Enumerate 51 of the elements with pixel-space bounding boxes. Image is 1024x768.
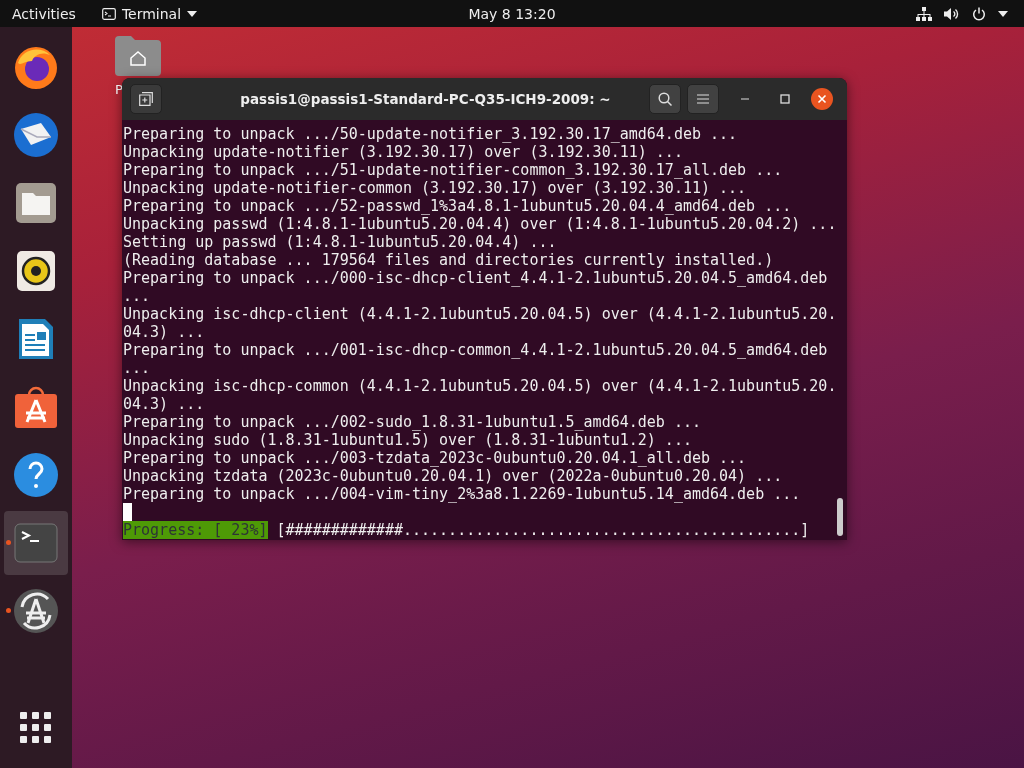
search-button[interactable] bbox=[649, 84, 681, 114]
terminal-icon bbox=[101, 7, 116, 20]
new-tab-icon bbox=[139, 92, 153, 106]
scrollbar[interactable] bbox=[837, 498, 843, 536]
home-folder-icon[interactable] bbox=[115, 36, 161, 76]
terminal-line: Unpacking isc-dhcp-common (4.4.1-2.1ubuntu5.20.04.5) over (4.4.1-2.1ubuntu5.20. bbox=[123, 377, 837, 395]
terminal-line: 04.3) ... bbox=[123, 395, 206, 413]
mail-bird-icon bbox=[12, 111, 60, 159]
terminal-line: Preparing to unpack .../004-vim-tiny_2%3a8.1.2269-1ubuntu5.14_amd64.deb ... bbox=[123, 485, 802, 503]
terminal-line: (Reading database ... 179564 files and directories currently installed.) bbox=[123, 251, 775, 269]
terminal-line: Preparing to unpack .../002-sudo_1.8.31-1ubuntu1.5_amd64.deb ... bbox=[123, 413, 702, 431]
terminal-line: Preparing to unpack .../000-isc-dhcp-client_4.4.1-2.1ubuntu5.20.04.5_amd64.deb bbox=[123, 269, 829, 287]
caret-icon bbox=[187, 10, 198, 17]
terminal-line: Preparing to unpack .../52-passwd_1%3a4.8.1-1ubuntu5.20.04.4_amd64.deb ... bbox=[123, 197, 793, 215]
close-icon bbox=[817, 94, 827, 104]
terminal-line: Preparing to unpack .../001-isc-dhcp-common_4.4.1-2.1ubuntu5.20.04.5_amd64.deb bbox=[123, 341, 829, 359]
help-icon bbox=[12, 451, 60, 499]
progress-bar-text: [#############............................................] bbox=[276, 521, 810, 539]
terminal-line: Unpacking tzdata (2023c-0ubuntu0.20.04.1) over (2022a-0ubuntu0.20.04) ... bbox=[123, 467, 784, 485]
search-icon bbox=[658, 92, 672, 106]
window-title: passis1@passis1-Standard-PC-Q35-ICH9-2009: ~ bbox=[239, 91, 612, 107]
caret-icon[interactable] bbox=[998, 10, 1008, 17]
terminal-line: Unpacking update-notifier (3.192.30.17) over (3.192.30.11) ... bbox=[123, 143, 684, 161]
terminal-line: ... bbox=[123, 287, 152, 305]
close-button[interactable] bbox=[811, 88, 833, 110]
network-icon[interactable] bbox=[916, 6, 932, 21]
terminal-line: Unpacking sudo (1.8.31-1ubuntu1.5) over (1.8.31-1ubuntu1.2) ... bbox=[123, 431, 693, 449]
menu-icon bbox=[697, 94, 709, 104]
terminal-line: Preparing to unpack .../51-update-notifier-common_3.192.30.17_all.deb ... bbox=[123, 161, 784, 179]
terminal-line: Unpacking update-notifier-common (3.192.30.17) over (3.192.30.11) ... bbox=[123, 179, 748, 197]
terminal-line: Setting up passwd (1:4.8.1-1ubuntu5.20.04.4) ... bbox=[123, 233, 558, 251]
minimize-icon bbox=[740, 98, 750, 100]
maximize-icon bbox=[780, 94, 790, 104]
app-menu[interactable]: Terminal bbox=[101, 5, 198, 22]
update-icon bbox=[12, 587, 60, 635]
terminal-line: 04.3) ... bbox=[123, 323, 206, 341]
terminal-line: Unpacking passwd (1:4.8.1-1ubuntu5.20.04.4) over (1:4.8.1-1ubuntu5.20.04.2) ... bbox=[123, 215, 837, 233]
volume-icon[interactable] bbox=[944, 6, 960, 21]
new-tab-button[interactable] bbox=[130, 84, 162, 114]
menu-button[interactable] bbox=[687, 84, 719, 114]
clock[interactable]: May 8 13:20 bbox=[468, 5, 556, 22]
terminal-line: Unpacking isc-dhcp-client (4.4.1-2.1ubuntu5.20.04.5) over (4.4.1-2.1ubuntu5.20. bbox=[123, 305, 837, 323]
terminal-line: Preparing to unpack .../003-tzdata_2023c-0ubuntu0.20.04.1_all.deb ... bbox=[123, 449, 748, 467]
desktop-item-label: P bbox=[115, 82, 123, 97]
terminal-line: ... bbox=[123, 359, 152, 377]
progress-label: Progress: [ 23%] bbox=[123, 521, 268, 539]
app-grid-icon bbox=[20, 712, 52, 744]
text-cursor bbox=[123, 503, 132, 521]
power-icon[interactable] bbox=[972, 6, 986, 21]
activities-button[interactable]: Activities bbox=[12, 5, 76, 22]
terminal-line: Preparing to unpack .../50-update-notifier_3.192.30.17_amd64.deb ... bbox=[123, 125, 739, 143]
